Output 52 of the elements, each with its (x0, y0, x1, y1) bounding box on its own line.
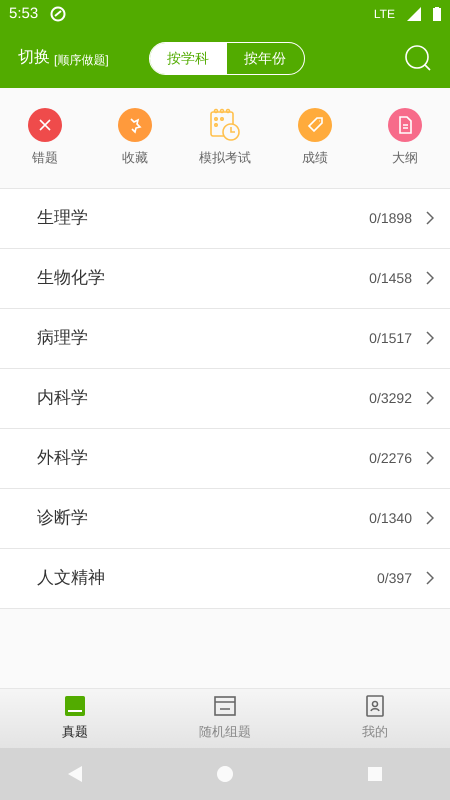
subject-row[interactable]: 生物化学 0/1458 (0, 248, 450, 308)
shortcut-label[interactable]: 大纲 (392, 148, 418, 168)
nav-tab[interactable]: 随机组题 (150, 689, 300, 748)
subject-name: 诊断学 (37, 507, 89, 530)
shortcut-label[interactable]: 成绩 (302, 148, 328, 168)
shortcut-label[interactable]: 错题 (32, 148, 58, 168)
chevron-right-icon (426, 511, 434, 525)
progress-count: 0/1458 (369, 268, 412, 288)
network-label: LTE (374, 6, 395, 23)
battery-icon (433, 7, 441, 21)
switch-title[interactable]: 切换 (18, 46, 50, 70)
segment-tab[interactable]: 按学科 (150, 42, 227, 74)
search-icon[interactable] (404, 44, 432, 72)
signal-icon (407, 7, 421, 21)
chevron-right-icon (426, 211, 434, 225)
shortcut-label[interactable]: 模拟考试 (199, 148, 251, 168)
progress-count: 0/2276 (369, 448, 412, 468)
subject-row[interactable]: 诊断学 0/1340 (0, 488, 450, 548)
progress-count: 0/1517 (369, 328, 412, 348)
app-status-icon (50, 6, 66, 22)
chevron-right-icon (426, 451, 434, 465)
subject-row[interactable]: 生理学 0/1898 (0, 188, 450, 248)
subject-row[interactable]: 外科学 0/2276 (0, 428, 450, 488)
nav-tab[interactable]: 我的 (300, 689, 450, 748)
book-icon (64, 695, 86, 718)
chevron-right-icon (426, 571, 434, 585)
contact-book-icon (364, 695, 386, 718)
chevron-right-icon (426, 271, 434, 285)
home-icon[interactable] (216, 765, 234, 783)
subject-row[interactable]: 人文精神 0/397 (0, 548, 450, 608)
subject-name: 内科学 (37, 387, 89, 410)
subject-name: 生理学 (37, 207, 89, 230)
segment-tab[interactable]: 按年份 (226, 42, 304, 74)
progress-count: 0/3292 (369, 388, 412, 408)
progress-count: 0/397 (376, 568, 412, 588)
progress-count: 0/1340 (369, 508, 412, 528)
subject-name: 外科学 (37, 447, 89, 470)
recents-icon[interactable] (367, 766, 384, 782)
chevron-right-icon (426, 331, 434, 345)
shortcut-label[interactable]: 收藏 (122, 148, 148, 168)
status-time: 5:53 (9, 4, 38, 24)
subject-name: 生物化学 (37, 267, 106, 290)
card-icon (214, 695, 236, 718)
subject-name: 病理学 (37, 327, 89, 350)
nav-tab[interactable]: 真题 (0, 689, 150, 748)
subject-name: 人文精神 (37, 567, 106, 590)
chevron-right-icon (426, 391, 434, 405)
progress-count: 0/1898 (369, 208, 412, 228)
mode-label: [顺序做题] (54, 52, 109, 69)
back-icon[interactable] (66, 765, 83, 783)
subject-row[interactable]: 病理学 0/1517 (0, 308, 450, 368)
subject-row[interactable]: 内科学 0/3292 (0, 368, 450, 428)
